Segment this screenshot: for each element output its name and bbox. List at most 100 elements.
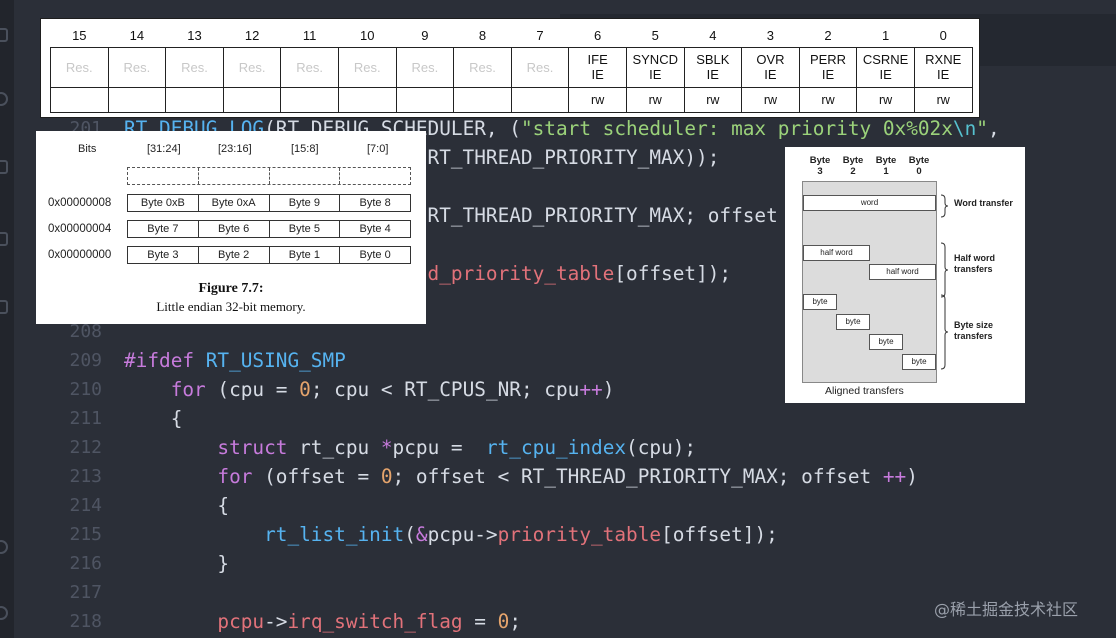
bit-number: 2: [824, 28, 832, 44]
code-line[interactable]: pcpu->irq_switch_flag = 0;: [124, 607, 521, 636]
dashed-memory-row: [127, 167, 411, 185]
figure-caption: Little endian 32-bit memory.: [156, 299, 306, 314]
code-token: rt_cpu: [287, 436, 381, 459]
code-token: (cpu =: [205, 378, 300, 401]
bit-field-name: Res.: [395, 46, 455, 88]
bit-number: 8: [478, 28, 487, 44]
code-token: pcpu: [217, 610, 265, 633]
bit-number: 14: [129, 28, 145, 44]
code-token: 0: [380, 465, 393, 488]
code-line[interactable]: for (cpu = 0; cpu < RT_CPUS_NR; cpu++): [124, 375, 615, 404]
memory-address: 0x00000004: [48, 223, 112, 235]
line-number: 215: [69, 524, 102, 545]
bit-number: 11: [302, 28, 317, 44]
memory-row: Byte 7 Byte 6 Byte 5 Byte 4: [127, 220, 411, 238]
line-number: 212: [69, 437, 102, 458]
bit-range-label: [31:24]: [147, 143, 181, 155]
bit-number: 6: [594, 28, 602, 44]
memory-cell: Byte 9: [270, 195, 341, 211]
code-token: for: [217, 465, 253, 488]
memory-cell: Byte 5: [270, 221, 341, 237]
settings-gear-icon[interactable]: [0, 606, 8, 620]
line-number: 216: [69, 553, 102, 574]
bit-access: rw: [625, 86, 685, 113]
half-word-transfer-label: Half word transfers: [954, 253, 996, 274]
bit-access: rw: [741, 86, 800, 113]
memory-cell: Byte 0xA: [199, 195, 270, 211]
bit-range-label: [7:0]: [367, 143, 389, 155]
extensions-icon[interactable]: [0, 300, 8, 314]
bit-number: 3: [766, 28, 775, 44]
code-token: priority_table: [497, 523, 662, 546]
code-line[interactable]: }: [124, 549, 229, 578]
bit-field-name: Res.: [337, 46, 397, 88]
bits-label: Bits: [78, 143, 97, 155]
line-number: 217: [69, 582, 102, 603]
bit-number: 0: [939, 28, 947, 44]
search-icon[interactable]: [0, 92, 8, 106]
watermark: @稀土掘金技术社区: [934, 600, 1079, 619]
code-token: (cpu);: [626, 436, 697, 459]
bit-access: [453, 86, 512, 113]
code-token: pcpu =: [392, 436, 486, 459]
code-token: \n: [952, 117, 977, 140]
bit-access: rw: [798, 86, 858, 113]
bit-number: 1: [881, 28, 890, 44]
bit-access: [280, 86, 339, 113]
aligned-transfers-figure: Byte 3 Byte 2 Byte 1 Byte 0 word half wo…: [785, 147, 1025, 403]
code-line[interactable]: for (offset = 0; offset < RT_THREAD_PRIO…: [124, 462, 918, 491]
code-token: ": [976, 117, 988, 140]
code-line[interactable]: struct rt_cpu *pcpu = rt_cpu_index(cpu);: [124, 433, 696, 462]
bit-field-name: SBLK IE: [683, 46, 743, 88]
code-token: ; cpu < RT_CPUS_NR; cpu: [310, 378, 580, 401]
memory-address: 0x00000000: [48, 249, 112, 261]
little-endian-memory-figure: Bits [31:24] [23:16] [15:8] [7:0] 0x0000…: [36, 131, 426, 324]
bit-access: [50, 86, 109, 113]
bit-field-name: SYNCD IE: [625, 46, 685, 88]
code-token: [offset]);: [661, 523, 778, 546]
code-token: ; offset < RT_THREAD_PRIORITY_MAX; offse…: [392, 465, 883, 488]
bit-number: 12: [244, 28, 260, 44]
bit-access: [510, 86, 570, 113]
run-debug-icon[interactable]: [0, 232, 8, 246]
bit-access: rw: [683, 86, 743, 113]
code-token: struct: [217, 436, 288, 459]
code-token: ;: [509, 610, 521, 633]
code-token: "start scheduler: max priority 0x%02x: [520, 117, 953, 140]
code-line[interactable]: rt_list_init(&pcpu->priority_table[offse…: [124, 520, 778, 549]
code-line[interactable]: {: [124, 491, 229, 520]
bit-field-name: OVR IE: [741, 46, 800, 88]
code-token: ++: [882, 465, 907, 488]
explorer-icon[interactable]: [0, 28, 8, 42]
code-token: ,: [987, 117, 1000, 140]
word-transfer-label: Word transfer: [954, 198, 1013, 208]
code-token: 0: [497, 610, 510, 633]
code-token: #ifdef: [124, 349, 195, 372]
memory-cell: Byte 1: [270, 247, 341, 263]
code-line[interactable]: {: [124, 404, 183, 433]
bit-number: 7: [536, 28, 544, 44]
code-token: (offset =: [252, 465, 381, 488]
memory-cell: Byte 6: [199, 221, 270, 237]
bit-field-name: Res.: [453, 46, 512, 88]
code-token: [offset]);: [614, 262, 732, 285]
bit-access: [107, 86, 167, 113]
code-token: &: [415, 523, 428, 546]
register-bit-table: 15 14 13 12 11 10 9 8 7 6 5 4 3 2 1 0 Res. Res. Res. Res. R…: [40, 18, 980, 118]
bit-number: 4: [709, 28, 717, 44]
line-number: 211: [69, 408, 102, 429]
code-token: (: [404, 523, 416, 546]
code-token: irq_switch_flag: [287, 610, 463, 633]
line-number: 210: [69, 379, 102, 400]
code-line[interactable]: #ifdef RT_USING_SMP: [124, 346, 346, 375]
source-control-icon[interactable]: [0, 160, 8, 174]
bit-field-name: Res.: [510, 46, 570, 88]
bit-field-name: Res.: [222, 46, 282, 88]
code-token: for: [170, 378, 206, 401]
line-number: 213: [69, 466, 102, 487]
account-icon[interactable]: [0, 540, 8, 554]
